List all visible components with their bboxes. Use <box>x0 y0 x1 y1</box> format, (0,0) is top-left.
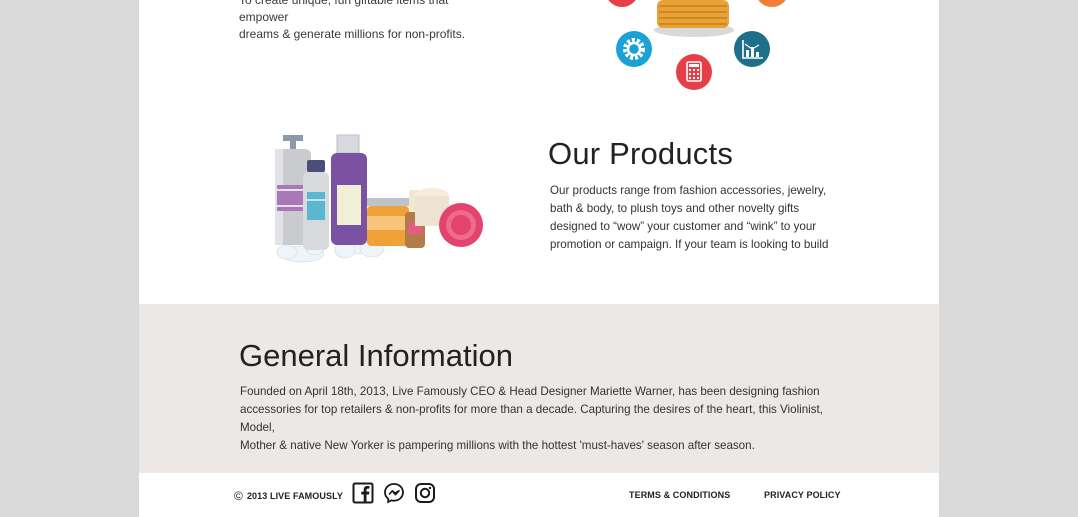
mission-text-line: dreams & generate millions for non-profi… <box>239 27 466 41</box>
copyright-symbol: © <box>234 489 243 503</box>
footer: © 2013 LIVE FAMOUSLY TERMS & CONDITIONS … <box>139 473 939 517</box>
facebook-icon[interactable] <box>352 482 374 504</box>
instagram-icon[interactable] <box>414 482 436 504</box>
products-heading: Our Products <box>548 136 734 171</box>
social-links <box>352 482 436 504</box>
mission-text-line: To create unique, fun giftable items tha… <box>239 0 449 24</box>
general-information-heading: General Information <box>239 338 513 373</box>
gear-icon <box>616 31 652 67</box>
general-text-line: Founded on April 18th, 2013, Live Famous… <box>240 385 820 398</box>
copyright: © 2013 LIVE FAMOUSLY <box>234 489 343 503</box>
privacy-link[interactable]: PRIVACY POLICY <box>764 490 841 500</box>
messenger-icon[interactable] <box>383 482 405 504</box>
calculator-icon <box>676 54 712 90</box>
mission-text: To create unique, fun giftable items tha… <box>239 0 499 43</box>
compact-icon <box>439 203 483 247</box>
terms-link[interactable]: TERMS & CONDITIONS <box>629 490 730 500</box>
general-text-line: accessories for top retailers & non-prof… <box>240 403 823 434</box>
bar-chart-icon <box>734 31 770 67</box>
copyright-text: 2013 LIVE FAMOUSLY <box>246 491 343 501</box>
jar-icon <box>367 198 409 246</box>
orange-circle-icon <box>758 0 786 7</box>
purple-bottle-icon <box>331 134 367 245</box>
page-content: To create unique, fun giftable items tha… <box>139 0 939 517</box>
products-text-line: designed to “wow” your customer and “win… <box>550 220 817 233</box>
red-circle-icon <box>608 0 636 7</box>
products-text-line: Our products range from fashion accessor… <box>550 184 827 197</box>
small-bottle-icon <box>303 160 329 250</box>
general-information-text: Founded on April 18th, 2013, Live Famous… <box>240 383 860 455</box>
products-text-line: bath & body, to plush toys and other nov… <box>550 202 800 215</box>
general-text-line: Mother & native New Yorker is pampering … <box>240 439 755 452</box>
products-description: Our products range from fashion accessor… <box>550 182 850 254</box>
products-illustration <box>275 134 483 263</box>
coin-stack-icon <box>654 0 734 37</box>
general-information-section: General Information Founded on April 18t… <box>139 304 939 473</box>
products-text-line: promotion or campaign. If your team is l… <box>550 238 829 251</box>
mission-illustration <box>608 0 786 90</box>
